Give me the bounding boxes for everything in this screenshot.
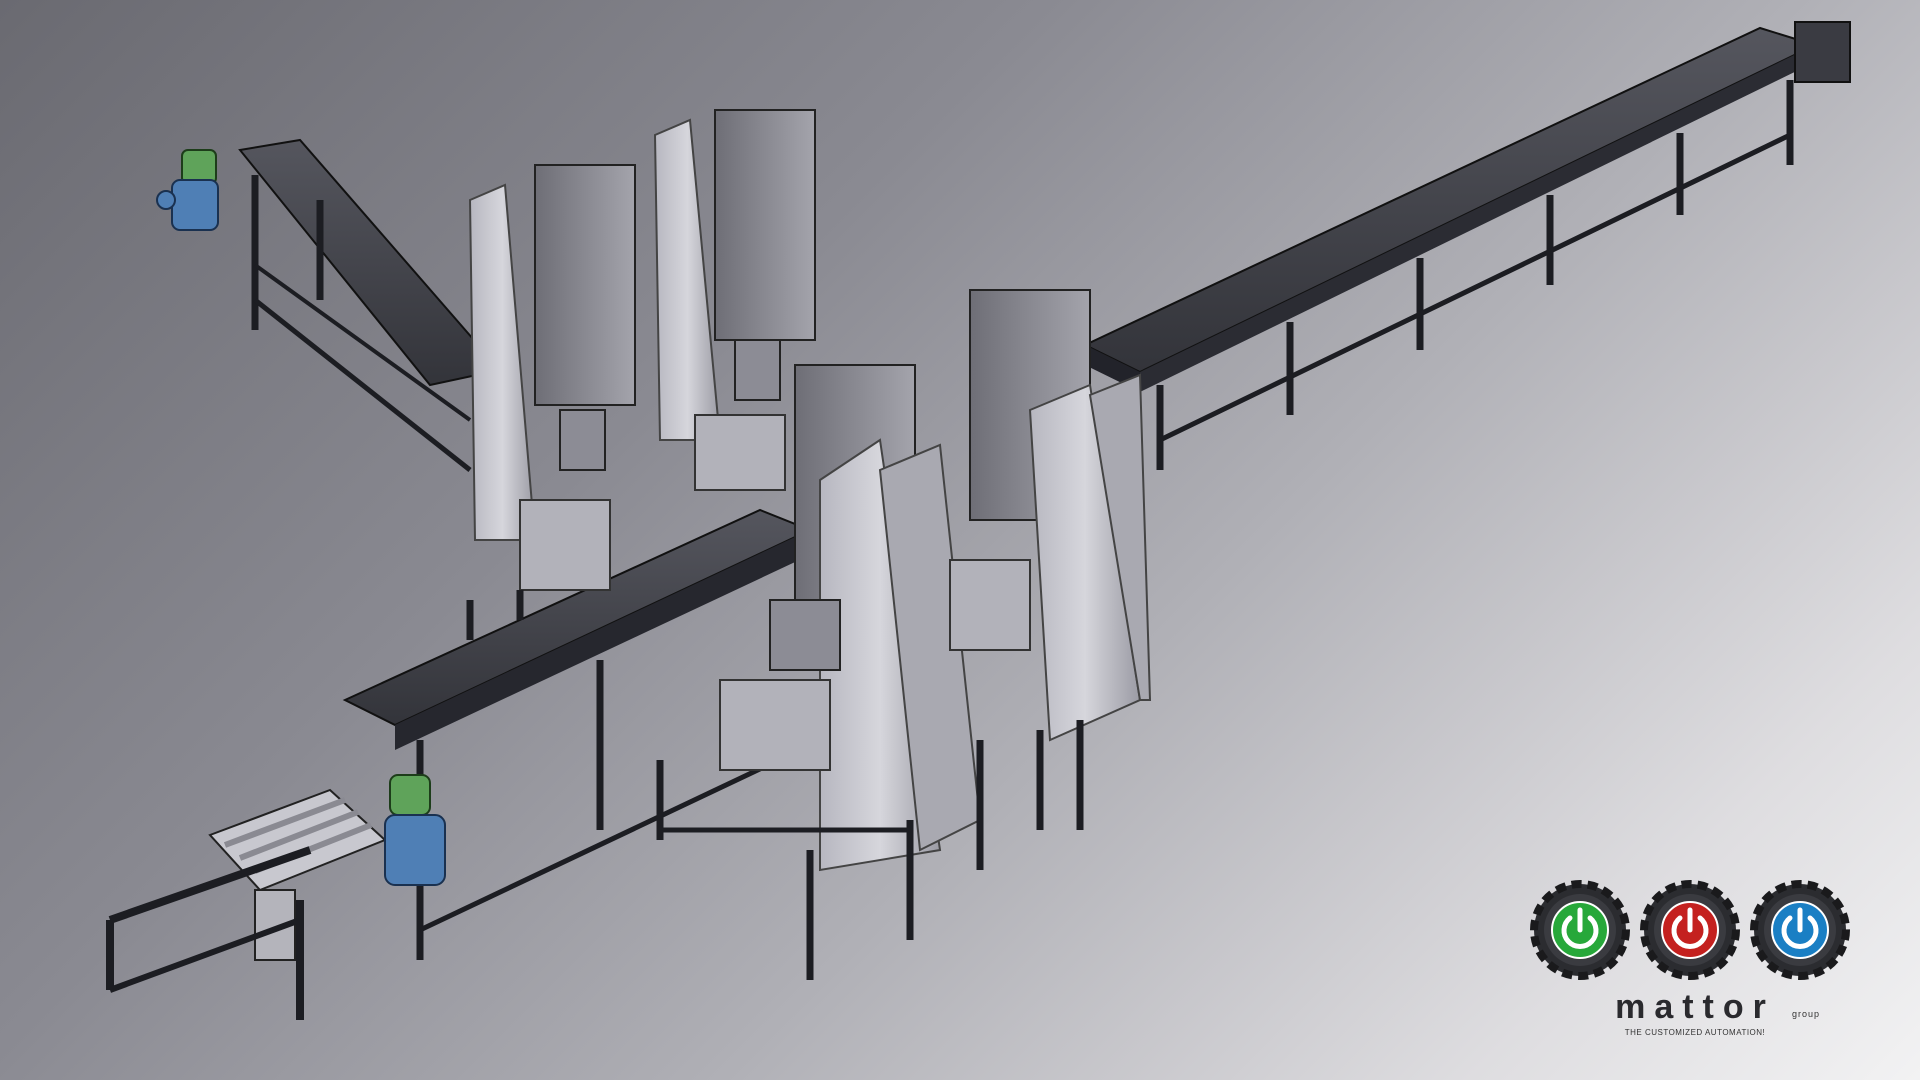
main-conveyor-belt — [1082, 26, 1818, 374]
roller-conveyor — [106, 788, 387, 1020]
lower-gearbox — [389, 774, 431, 816]
green-power-gear-icon — [1530, 880, 1630, 980]
brand-tagline: THE CUSTOMIZED AUTOMATION! — [1624, 1028, 1766, 1037]
upper-gearbox — [181, 149, 217, 185]
lower-motor — [384, 774, 446, 886]
upper-left-conveyor — [238, 138, 502, 472]
upper-motor-body — [171, 179, 219, 231]
red-power-gear-icon — [1640, 880, 1740, 980]
main-conveyor — [1082, 21, 1851, 470]
station-2 — [653, 109, 816, 491]
brand-suffix: group — [1792, 1009, 1821, 1019]
mattor-logo: mattor group THE CUSTOMIZED AUTOMATION! — [1530, 880, 1860, 1040]
upper-motor — [156, 149, 219, 231]
main-conveyor-rail — [1140, 45, 1815, 392]
station-1 — [466, 164, 636, 640]
lower-motor-body — [384, 814, 446, 886]
blue-power-gear-icon — [1750, 880, 1850, 980]
